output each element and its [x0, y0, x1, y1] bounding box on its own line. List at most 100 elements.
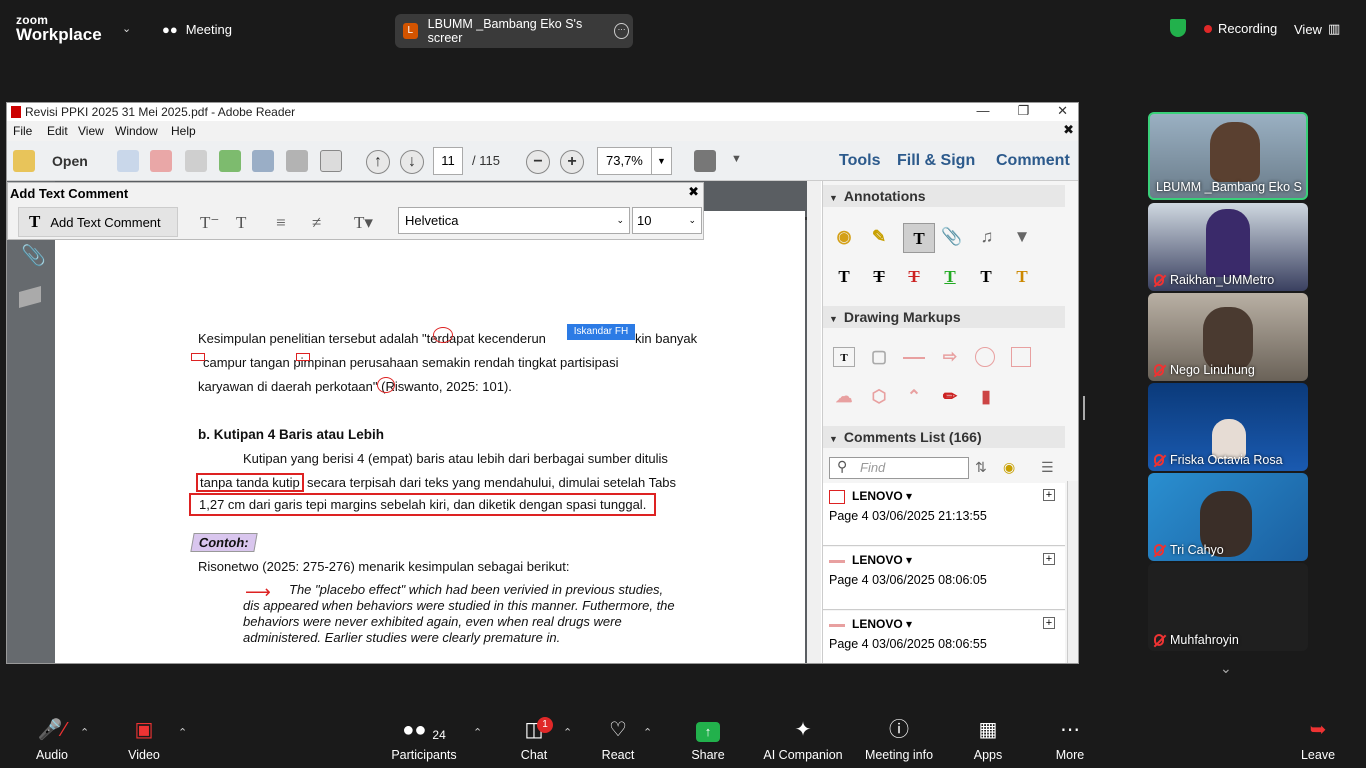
- close-icon[interactable]: ✖: [688, 184, 699, 200]
- audio-button[interactable]: 🎤⁄ Audio: [28, 710, 76, 768]
- splitter-handle[interactable]: [1083, 396, 1085, 420]
- leave-button[interactable]: ➥ Leave: [1294, 710, 1342, 768]
- menu-edit[interactable]: Edit: [47, 124, 68, 138]
- participant-tile[interactable]: Nego Linuhung: [1148, 293, 1308, 381]
- fill-sign-tab[interactable]: Fill & Sign: [897, 152, 975, 170]
- stamp-icon[interactable]: ▼: [1011, 227, 1033, 247]
- add-text-comment-button[interactable]: T Add Text Comment: [18, 207, 178, 237]
- view-button[interactable]: View ▥: [1294, 21, 1340, 37]
- para2-line3-highlight[interactable]: 1,27 cm dari garis tepi margins sebelah …: [188, 493, 657, 516]
- replace-text-icon[interactable]: T: [868, 267, 890, 287]
- record-audio-icon[interactable]: ♫: [976, 227, 998, 247]
- comment-tab[interactable]: Comment: [996, 152, 1070, 170]
- markup-oval-1[interactable]: [433, 327, 453, 343]
- edit-icon[interactable]: [185, 150, 207, 172]
- apps-button[interactable]: ▦ Apps: [964, 710, 1012, 768]
- react-button[interactable]: ♡ React: [594, 710, 642, 768]
- participant-tile[interactable]: Friska Octavia Rosa: [1148, 383, 1308, 471]
- more-options-icon[interactable]: ···: [614, 23, 630, 39]
- highlight-icon[interactable]: ✎: [868, 227, 890, 247]
- menu-window[interactable]: Window: [115, 124, 158, 138]
- print-icon[interactable]: [286, 150, 308, 172]
- increase-font-icon[interactable]: T: [236, 213, 246, 233]
- markup-box-2[interactable]: [296, 353, 310, 361]
- video-options-icon[interactable]: ⌃: [178, 726, 187, 739]
- chat-options-icon[interactable]: ⌃: [563, 726, 572, 739]
- cloud-icon[interactable]: ☁: [833, 387, 855, 407]
- minimize-icon[interactable]: —: [976, 103, 989, 119]
- markup-box-1[interactable]: [191, 353, 205, 361]
- strikethrough-icon[interactable]: T: [903, 267, 925, 287]
- arrow-markup-icon[interactable]: ⟶: [245, 583, 271, 601]
- sticky-note-icon[interactable]: ◉: [833, 227, 855, 247]
- line-spacing-icon[interactable]: ≡: [276, 213, 286, 233]
- line-icon[interactable]: [903, 357, 925, 359]
- ai-companion-button[interactable]: ✦ AI Companion: [760, 710, 846, 768]
- video-button[interactable]: ▣ Video: [120, 710, 168, 768]
- audio-options-icon[interactable]: ⌃: [80, 726, 89, 739]
- expand-icon[interactable]: +: [1043, 489, 1055, 501]
- decrease-font-icon[interactable]: T⁻: [200, 213, 219, 233]
- recording-indicator[interactable]: Recording: [1204, 21, 1277, 36]
- comment-item[interactable]: LENOVO ▾ Page 4 03/06/2025 08:06:55 +: [823, 611, 1065, 663]
- participant-tile[interactable]: Raikhan_UMMetro: [1148, 203, 1308, 291]
- zoom-out-icon[interactable]: −: [526, 150, 550, 174]
- zoom-in-icon[interactable]: +: [560, 150, 584, 174]
- screen-share-pill[interactable]: L LBUMM _Bambang Eko S's screer ···: [395, 14, 633, 48]
- callout-icon[interactable]: ▢: [868, 347, 890, 367]
- polygon-icon[interactable]: ⬡: [868, 387, 890, 407]
- security-shield-icon[interactable]: [1170, 19, 1186, 37]
- next-page-icon[interactable]: ↓: [400, 150, 424, 174]
- chevron-down-icon[interactable]: ⌄: [122, 22, 131, 35]
- pencil-icon[interactable]: ✏: [939, 387, 961, 407]
- markup-oval-2[interactable]: [377, 377, 395, 393]
- menu-file[interactable]: File: [13, 124, 32, 138]
- insert-text-icon[interactable]: T: [833, 267, 855, 287]
- participant-tile[interactable]: Tri Cahyo: [1148, 473, 1308, 561]
- tools-tab[interactable]: Tools: [839, 152, 880, 170]
- text-star-icon[interactable]: T: [1011, 267, 1033, 287]
- create-pdf-icon[interactable]: [117, 150, 139, 172]
- save-icon[interactable]: [252, 150, 274, 172]
- expand-icon[interactable]: +: [1043, 553, 1055, 565]
- attach-file-icon[interactable]: 📎: [941, 227, 963, 247]
- sort-icon[interactable]: ⇅: [975, 459, 987, 476]
- paragraph-spacing-icon[interactable]: ≠: [312, 213, 321, 233]
- text-comment-icon[interactable]: T: [975, 267, 997, 287]
- comment-item[interactable]: LENOVO ▾ Page 4 03/06/2025 21:13:55 +: [823, 483, 1065, 546]
- scroll-down-icon[interactable]: ⌄: [1220, 660, 1232, 677]
- menu-view[interactable]: View: [78, 124, 104, 138]
- eraser-icon[interactable]: ▮: [975, 387, 997, 407]
- menu-help[interactable]: Help: [171, 124, 196, 138]
- participants-options-icon[interactable]: ⌃: [473, 726, 482, 739]
- participants-button[interactable]: ●● 24 Participants: [388, 710, 460, 768]
- underline-icon[interactable]: T: [939, 267, 961, 287]
- participant-tile-active[interactable]: LBUMM _Bambang Eko S: [1148, 112, 1308, 200]
- more-button[interactable]: ⋯ More: [1046, 710, 1094, 768]
- close-icon[interactable]: ✕: [1057, 103, 1068, 119]
- toolbar-more-icon[interactable]: ▼: [731, 153, 742, 165]
- add-text-icon[interactable]: T: [903, 223, 935, 253]
- comment-item[interactable]: LENOVO ▾ Page 4 03/06/2025 08:06:05 +: [823, 547, 1065, 610]
- react-options-icon[interactable]: ⌃: [643, 726, 652, 739]
- meeting-menu[interactable]: ●● Meeting: [162, 22, 232, 37]
- comments-scrollbar[interactable]: [1067, 481, 1078, 663]
- layers-icon[interactable]: [19, 286, 41, 308]
- para2-highlight-a[interactable]: tanpa tanda kutip: [196, 473, 304, 492]
- document-viewport[interactable]: Kesimpulan penelitian tersebut adalah "t…: [55, 181, 807, 663]
- find-comments-input[interactable]: Find: [829, 457, 969, 479]
- page-number-input[interactable]: 11: [433, 147, 463, 175]
- annotations-section[interactable]: ▼ Annotations: [823, 185, 1065, 207]
- comments-list-section[interactable]: ▼ Comments List (166): [823, 426, 1065, 448]
- text-color-icon[interactable]: T▾: [354, 213, 373, 233]
- rectangle-icon[interactable]: [1011, 347, 1031, 367]
- open-folder-icon[interactable]: [13, 150, 35, 172]
- participant-tile[interactable]: Muhfahroyin: [1148, 563, 1308, 651]
- fit-page-icon[interactable]: [694, 150, 716, 172]
- meeting-info-button[interactable]: ⓘ Meeting info: [862, 710, 936, 768]
- zoom-level-select[interactable]: 73,7% ▼: [597, 147, 672, 175]
- polyline-icon[interactable]: ⌃: [903, 387, 925, 407]
- arrow-icon[interactable]: ⇨: [939, 347, 961, 367]
- textbox-icon[interactable]: T: [833, 347, 855, 367]
- close-document-icon[interactable]: ✖: [1063, 122, 1074, 138]
